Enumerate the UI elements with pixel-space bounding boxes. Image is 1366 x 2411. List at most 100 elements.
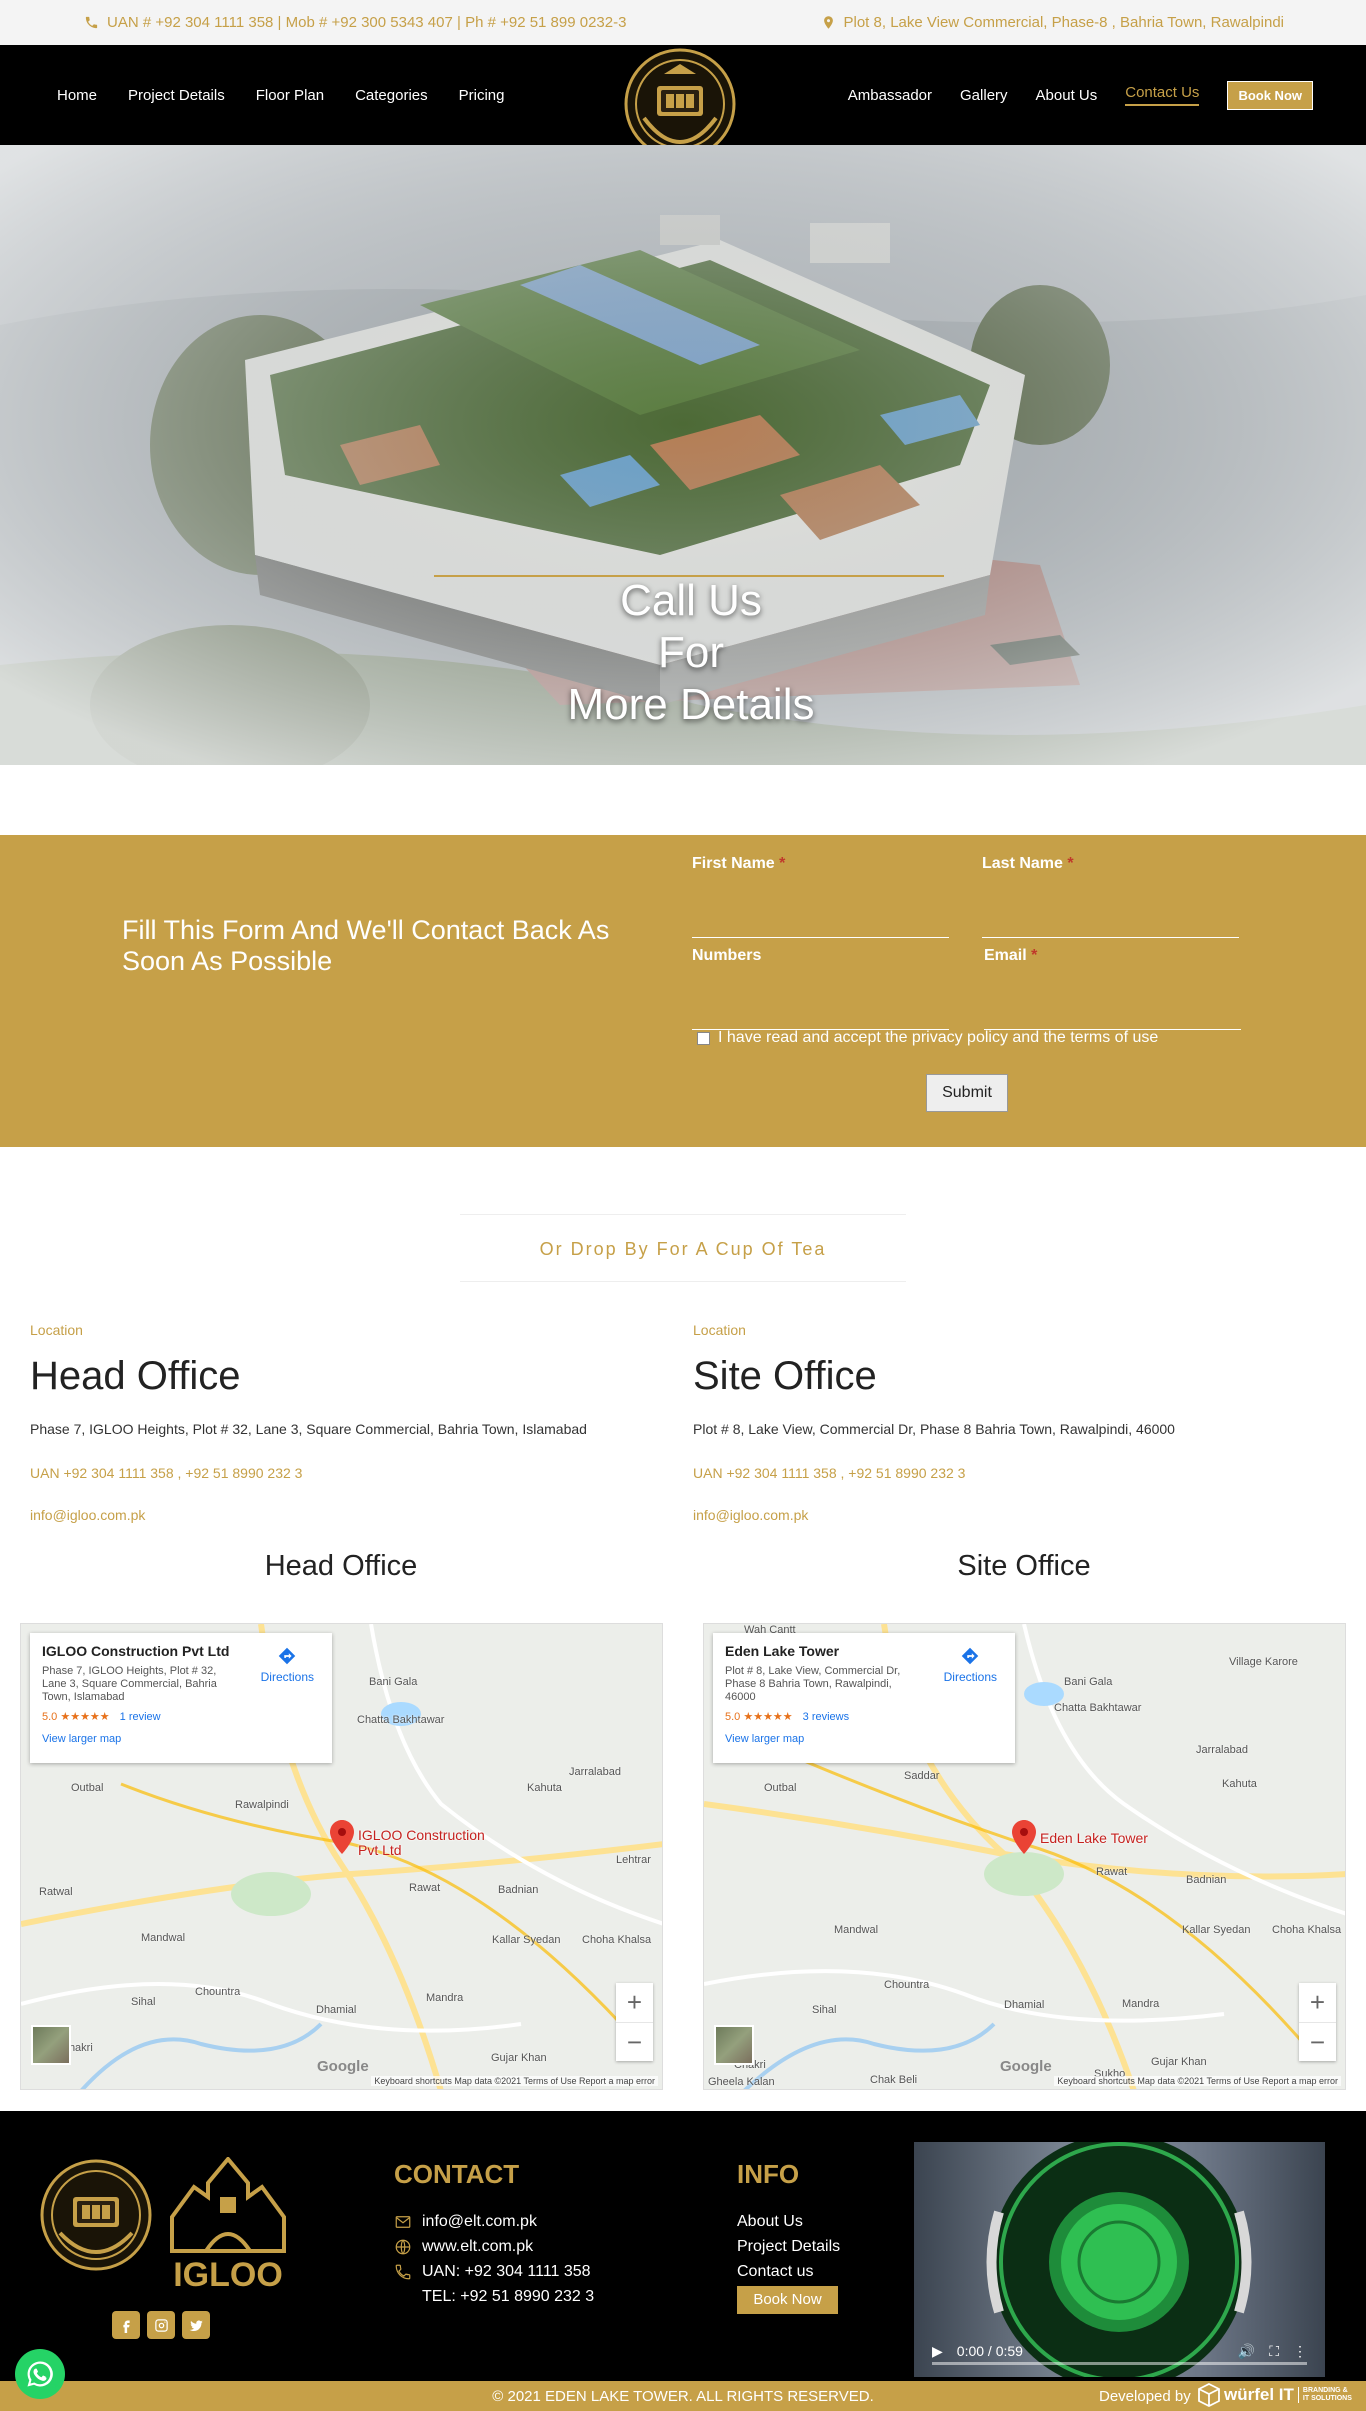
map-place-label: Jarralabad [1196,1744,1248,1756]
map-place-label: Bani Gala [369,1676,418,1688]
nav-project-details[interactable]: Project Details [128,87,225,104]
igloo-logo-text: IGLOO [173,2256,283,2294]
bottom-copyright-bar: © 2021 EDEN LAKE TOWER. ALL RIGHTS RESER… [0,2381,1366,2411]
map-place-label: Chountra [884,1979,930,1991]
developer-brand-logo[interactable]: würfel IT BRANDING & IT SOLUTIONS [1198,2383,1352,2407]
site-office-location-label: Location [693,1322,746,1338]
head-office-map[interactable]: Bani Gala Chatta Bakhtawar Rawalpindi Jarra… [20,1623,663,2090]
site-office-phones[interactable]: UAN +92 304 1111 358 , +92 51 8990 232 3 [693,1465,1333,1481]
volume-button[interactable]: 🔊 [1238,2343,1255,2360]
site-office-address: Plot # 8, Lake View, Commercial Dr, Phas… [693,1421,1175,1437]
map-place-label: Gujar Khan [1151,2056,1207,2068]
footer-book-now-button[interactable]: Book Now [737,2286,838,2314]
map-reviews-link[interactable]: 1 review [120,1711,161,1723]
map-place-rating: 5.0 ★★★★★ 3 reviews [725,1711,850,1723]
numbers-field: Numbers [692,947,949,1030]
footer-email-row[interactable]: info@elt.com.pk [394,2209,594,2234]
nav-about-us[interactable]: About Us [1036,87,1098,104]
first-name-input[interactable] [692,905,949,935]
map-place-label: Bani Gala [1064,1676,1113,1688]
consent-checkbox[interactable] [697,1031,710,1045]
hero-line-3: More Details [567,680,815,729]
map-place-label: Outbal [764,1782,797,1794]
satellite-toggle[interactable] [31,2025,71,2065]
email-input[interactable] [984,997,1241,1027]
developer-brand-subtitle: BRANDING & IT SOLUTIONS [1297,2387,1352,2403]
nav-gallery[interactable]: Gallery [960,87,1008,104]
submit-button[interactable]: Submit [926,1074,1008,1112]
nav-categories[interactable]: Categories [355,87,428,104]
footer-link-project-details[interactable]: Project Details [737,2234,840,2259]
last-name-field: Last Name * [982,855,1239,938]
map-place-label: Dhamial [1004,1999,1045,2011]
video-progress-bar[interactable] [932,2362,1307,2365]
zoom-out-button[interactable]: − [616,2022,653,2061]
footer-web-row[interactable]: www.elt.com.pk [394,2234,594,2259]
fullscreen-button[interactable]: ⛶ [1269,2343,1279,2360]
nav-pricing[interactable]: Pricing [459,87,505,104]
view-larger-map-link[interactable]: View larger map [725,1733,1003,1745]
last-name-input[interactable] [982,905,1239,935]
twitter-button[interactable] [182,2311,210,2339]
directions-button[interactable]: Directions [261,1645,314,1684]
zoom-in-button[interactable]: + [616,1983,653,2022]
nav-contact-us[interactable]: Contact Us [1125,84,1200,106]
topbar-address-text: Plot 8, Lake View Commercial, Phase-8 , … [843,14,1285,31]
map-place-label: Sihal [812,2004,837,2016]
nav-ambassador[interactable]: Ambassador [848,87,932,104]
map-place-label: Badnian [1186,1874,1227,1886]
head-office-phones[interactable]: UAN +92 304 1111 358 , +92 51 8990 232 3 [30,1465,670,1481]
video-menu-button[interactable]: ⋮ [1293,2343,1307,2360]
site-office-email[interactable]: info@igloo.com.pk [693,1507,1333,1523]
map-pin-icon[interactable] [330,1820,354,1854]
topbar-phones-text: UAN # +92 304 1111 358 | Mob # +92 300 5… [107,14,627,31]
site-footer: IGLOO CONTACT info@elt.com.pk www.elt.co… [0,2111,1366,2381]
nav-home[interactable]: Home [57,87,97,104]
zoom-in-button[interactable]: + [1299,1983,1336,2022]
contact-form-section: Fill This Form And We'll Contact Back As… [0,835,1366,1147]
zoom-controls: + − [1299,1983,1336,2061]
nav-book-now-button[interactable]: Book Now [1227,80,1313,110]
footer-tel[interactable]: TEL: +92 51 8990 232 3 [422,2284,594,2309]
nav-left-group: Home Project Details Floor Plan Categori… [57,45,505,145]
footer-link-contact-us[interactable]: Contact us [737,2259,840,2284]
map-attribution[interactable]: Keyboard shortcuts Map data ©2021 Terms … [371,2076,658,2086]
head-office-location-label: Location [30,1322,83,1338]
footer-video-player[interactable]: ▶ 0:00 / 0:59 🔊 ⛶ ⋮ [914,2142,1325,2377]
map-place-label: Outbal [71,1782,104,1794]
social-links [112,2311,210,2339]
map-pin-label: IGLOO Construction Pvt Ltd [358,1827,485,1858]
instagram-button[interactable] [147,2311,175,2339]
facebook-button[interactable] [112,2311,140,2339]
site-office-map[interactable]: Wah Cantt Bani Gala Village Karore Chatta B… [703,1623,1346,2090]
footer-web: www.elt.com.pk [422,2238,534,2255]
map-place-label: Dhamial [316,2004,357,2016]
whatsapp-chat-button[interactable] [15,2349,65,2399]
directions-icon [279,1647,296,1665]
map-attribution[interactable]: Keyboard shortcuts Map data ©2021 Terms … [1054,2076,1341,2086]
head-office-block: Location Head Office Phase 7, IGLOO Heig… [30,1322,670,1523]
map-reviews-link[interactable]: 3 reviews [803,1711,849,1723]
top-info-bar: UAN # +92 304 1111 358 | Mob # +92 300 5… [0,0,1366,45]
footer-link-about-us[interactable]: About Us [737,2209,840,2234]
footer-email: info@elt.com.pk [422,2213,537,2230]
nav-floor-plan[interactable]: Floor Plan [256,87,324,104]
email-field: Email * [984,947,1241,1030]
zoom-out-button[interactable]: − [1299,2022,1336,2061]
numbers-input[interactable] [692,997,949,1027]
map-place-label: Ratwal [39,1886,73,1898]
map-place-label: Village Karore [1229,1656,1298,1668]
instagram-icon [154,2318,168,2332]
head-office-map-title: Head Office [264,1550,418,1582]
directions-button[interactable]: Directions [944,1645,997,1684]
play-button[interactable]: ▶ [932,2343,943,2360]
head-office-email[interactable]: info@igloo.com.pk [30,1507,670,1523]
satellite-toggle[interactable] [714,2025,754,2065]
developed-by-label: Developed by [1099,2388,1191,2405]
footer-uan[interactable]: UAN: +92 304 1111 358 [422,2259,591,2284]
map-place-label: Jarralabad [569,1766,621,1778]
map-place-label: Sihal [131,1996,156,2008]
footer-contact-list: info@elt.com.pk www.elt.com.pk UAN: +92 … [394,2209,594,2309]
view-larger-map-link[interactable]: View larger map [42,1733,320,1745]
map-pin-icon[interactable] [1012,1820,1036,1854]
